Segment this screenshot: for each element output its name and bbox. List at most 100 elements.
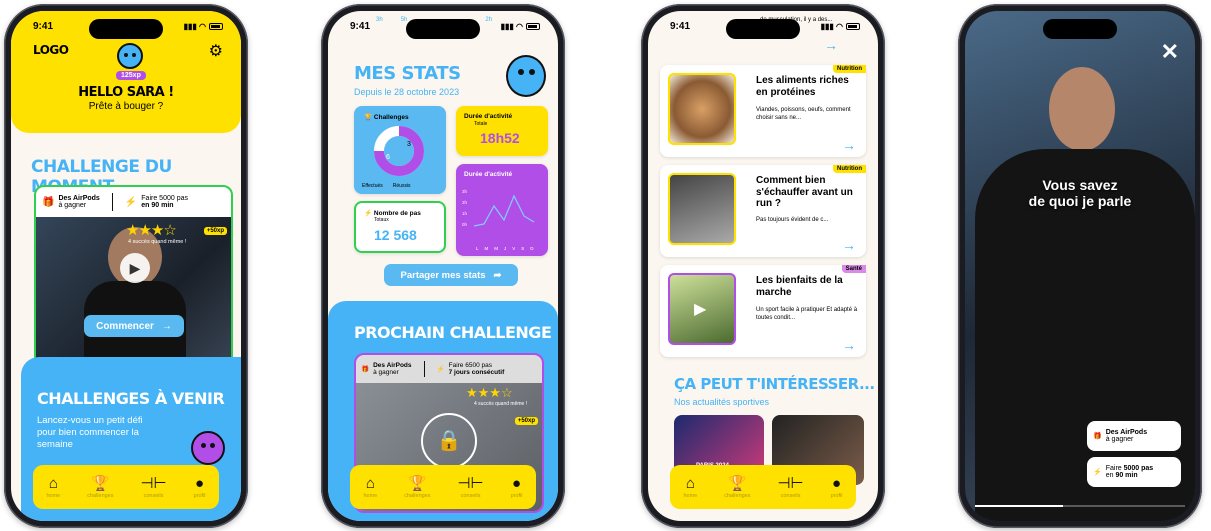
article-tag: Nutrition (833, 165, 866, 173)
settings-gear-icon[interactable]: ⚙ (209, 41, 223, 61)
bottom-nav: ⌂ home 🏆 challenges ⊣⊢ conseils ● profil (350, 465, 536, 509)
activity-sub: Totale (474, 121, 488, 127)
upcoming-text: Lancez-vous un petit défi pour bien comm… (37, 415, 143, 450)
locked-prize-1: Des AirPods (373, 362, 412, 369)
nav-conseils[interactable]: ⊣⊢ conseils (140, 475, 166, 499)
dynamic-island (726, 19, 800, 39)
stars-caption: 4 succès quand même ! (474, 401, 528, 407)
nav-label: home (46, 492, 61, 499)
trophy-icon: 🏆 (91, 474, 110, 492)
nav-challenges[interactable]: 🏆 challenges (404, 475, 430, 499)
status-icons: ▮▮▮ ◠ (821, 21, 860, 32)
prize: Des AirPods à gagner (58, 195, 99, 209)
lock-icon: 🔒 (421, 413, 477, 469)
nav-label: challenges (87, 492, 114, 499)
start-button[interactable]: Commencer → (84, 315, 184, 337)
article-card-2[interactable]: Nutrition Comment bien s'échauffer avant… (660, 165, 866, 257)
phone-video: ✕ Vous savez de quoi je parle 🎁 Des AirPod… (958, 4, 1202, 528)
nav-label: profil (510, 492, 523, 499)
challenge-card[interactable]: 🎁 Des AirPods à gagner ⚡ Faire 5000 pas en… (34, 185, 233, 371)
nav-conseils[interactable]: ⊣⊢ conseils (457, 474, 484, 499)
article-image (668, 73, 736, 145)
chart-label: Durée d'activité (464, 171, 513, 178)
day-tick: S (521, 246, 525, 251)
day-tick: D (530, 246, 534, 251)
gift-icon: 🎁 (1093, 433, 1102, 440)
arrow-right-icon: → (161, 320, 172, 332)
nav-label: profil (193, 492, 206, 499)
gift-icon: 🎁 (361, 366, 370, 373)
arrow-right-icon[interactable]: → (824, 37, 838, 53)
activity-line (473, 194, 535, 227)
video-caption: Vous savez de quoi je parle (965, 177, 1195, 209)
xp-reward: +50xp (203, 227, 227, 235)
start-button-label: Commencer (96, 320, 154, 332)
article-card-1[interactable]: Nutrition Les aliments riches en protéin… (660, 65, 866, 157)
article-title: Les bienfaits de la marche (756, 275, 843, 298)
share-stats-button[interactable]: Partager mes stats ➦ (384, 264, 518, 286)
article-desc: Pas toujours évident de c... (756, 217, 829, 223)
person-icon: ● (832, 474, 842, 492)
nav-profil[interactable]: ● profil (193, 474, 206, 499)
battery-icon (209, 23, 223, 30)
close-icon[interactable]: ✕ (1161, 39, 1179, 65)
video-progress-track[interactable] (975, 505, 1185, 507)
day-tick: M (484, 246, 489, 251)
battery-icon (846, 23, 860, 30)
status-time: 9:41 (350, 21, 371, 32)
caption-line1: Vous savez (1042, 177, 1118, 193)
nav-profil[interactable]: ● profil (510, 475, 523, 499)
interest-subtitle: Nos actualités sportives (674, 397, 770, 407)
nav-home[interactable]: ⌂ home (683, 475, 697, 499)
article-tag: Santé (841, 265, 866, 273)
prize-pill: 🎁 Des AirPods à gagner (1087, 421, 1181, 451)
bottom-nav: ⌂ home 🏆 challenges ⊣⊢ conseils ● profil (670, 465, 856, 509)
article-title: Comment bien s'échauffer avant un run ? (756, 175, 853, 209)
challenges-card: 🏆 Challenges 3 6 Effectués Réussis (354, 106, 446, 194)
prize-line2: à gagner (58, 202, 87, 209)
battery-icon (526, 23, 540, 30)
nav-challenges[interactable]: 🏆 challenges (87, 474, 114, 499)
home-icon: ⌂ (48, 474, 58, 492)
stats-title: MES STATS (354, 63, 461, 84)
challenge-video[interactable]: ▶ ★★★☆ 4 succès quand même ! +50xp Comme… (36, 217, 231, 369)
play-icon[interactable]: ▶ (694, 299, 706, 319)
article-image (668, 173, 736, 245)
article-desc: Un sport facile à pratiquer Et adapté à … (756, 307, 858, 321)
coach-head (1049, 67, 1115, 151)
nav-home[interactable]: ⌂ home (46, 474, 61, 499)
home-screen: 9:41 ▮▮▮ ◠ LOGO ⚙ 125xp HELLO SARA ! Prêt… (11, 11, 241, 521)
avatar[interactable] (117, 43, 143, 69)
play-icon[interactable]: ▶ (120, 253, 150, 283)
locked-info-row: 🎁 Des AirPods à gagner ⚡ Faire 6500 pas 7 … (356, 355, 542, 383)
person-icon: ● (195, 474, 205, 492)
mascot-blue (506, 55, 546, 97)
prize-line1: Des AirPods (58, 195, 100, 202)
article-title: Les aliments riches en protéines (756, 75, 849, 98)
nav-home[interactable]: ⌂ home (363, 475, 377, 499)
arrow-right-icon[interactable]: → (842, 337, 856, 353)
dynamic-island (89, 19, 163, 39)
activity-chart-card: Durée d'activité 3h 2h 1h 0h LMMJVSD (456, 164, 548, 256)
video-screen: ✕ Vous savez de quoi je parle 🎁 Des AirPod… (965, 11, 1195, 521)
bolt-icon: ⚡ (1093, 469, 1102, 476)
day-tick: V (512, 246, 516, 251)
nav-profil[interactable]: ● profil (831, 474, 843, 499)
activity-total-card: Durée d'activité Totale 18h52 (456, 106, 548, 156)
nav-conseils[interactable]: ⊣⊢ conseils (777, 475, 803, 499)
xp-badge: 125xp (116, 71, 146, 80)
phone-stats: 9:41 ▮▮▮ ◠ 3h 5h 2h MES STATS Depuis le 28 … (321, 4, 565, 528)
dumbbell-icon: ⊣⊢ (457, 474, 484, 492)
trophy-icon: 🏆 (364, 114, 374, 121)
article-desc: Viandes, poissons, oeufs, comment choisi… (756, 107, 851, 121)
steps-card: ⚡ Nombre de pas Totaux 12 568 (354, 201, 446, 253)
nav-challenges[interactable]: 🏆 challenges (724, 475, 750, 499)
arrow-right-icon[interactable]: → (842, 237, 856, 253)
greeting: HELLO SARA ! (78, 85, 174, 100)
arrow-right-icon[interactable]: → (842, 137, 856, 153)
challenges-donut: 3 6 (374, 126, 424, 176)
day-tick: J (504, 246, 507, 251)
legend-a: Effectués (362, 183, 383, 189)
donut-value-b: 6 (386, 154, 390, 161)
article-card-3[interactable]: Santé ▶ Les bienfaits de la marche Un sp… (660, 265, 866, 357)
